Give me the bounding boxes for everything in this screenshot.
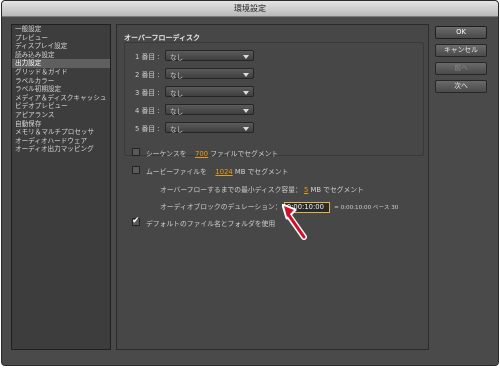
overflow-row-label: 5 番目 : — [135, 125, 160, 133]
dropdown-value: なし — [170, 108, 184, 116]
sidebar-item-video-preview[interactable]: ビデオプレビュー — [12, 102, 110, 111]
segment-sequence-checkbox[interactable] — [132, 148, 140, 156]
sidebar-item-display[interactable]: ディスプレイ設定 — [12, 42, 110, 51]
dropdown-value: なし — [170, 126, 184, 134]
next-button[interactable]: 次へ — [435, 80, 487, 93]
audio-block-note: = 0:00:10:00 ベース 30 — [334, 205, 399, 211]
min-disk-value[interactable]: 5 — [304, 186, 308, 194]
audio-block-label: オーディオブロックのデュレーション： — [160, 203, 282, 211]
min-disk-prefix: オーバーフローするまでの最小ディスク容量： — [160, 186, 302, 194]
chevron-down-icon — [243, 73, 249, 77]
dropdown-value: なし — [170, 54, 184, 62]
sidebar-item-media-cache[interactable]: メディア＆ディスクキャッシュ — [12, 94, 110, 103]
overflow-row-label: 1 番目 : — [135, 53, 160, 61]
category-list[interactable]: 一般設定 プレビュー ディスプレイ設定 読み込み設定 出力設定 グリッド＆ガイド… — [11, 24, 111, 350]
sidebar-item-output[interactable]: 出力設定 — [12, 59, 110, 68]
min-disk-suffix: MB でセグメント — [310, 186, 364, 194]
dropdown-value: なし — [170, 90, 184, 98]
overflow-row-label: 4 番目 : — [135, 107, 160, 115]
output-settings-panel: オーバーフローディスク 1 番目 : なし 2 番目 : なし 3 番目 : な… — [116, 24, 429, 350]
dropdown-value: なし — [170, 72, 184, 80]
segment-sequence-suffix: ファイルでセグメント — [210, 150, 279, 158]
chevron-down-icon — [243, 127, 249, 131]
sidebar-item-general[interactable]: 一般設定 — [12, 25, 110, 34]
checkmark-icon: ✔ — [132, 216, 140, 226]
sidebar-item-previews[interactable]: プレビュー — [12, 34, 110, 43]
segment-sequence-value[interactable]: 700 — [195, 150, 208, 158]
overflow-dropdown-3[interactable]: なし — [165, 86, 254, 98]
sidebar-item-label-defaults[interactable]: ラベル初期設定 — [12, 85, 110, 94]
cancel-button[interactable]: キャンセル — [435, 44, 487, 57]
segment-movie-checkbox[interactable] — [132, 166, 140, 174]
sidebar-item-memory[interactable]: メモリ＆マルチプロセッサ — [12, 128, 110, 137]
sidebar-item-audio-hardware[interactable]: オーディオハードウェア — [12, 137, 110, 146]
overflow-dropdown-5[interactable]: なし — [165, 122, 254, 134]
min-disk-option: オーバーフローするまでの最小ディスク容量： 5 MB でセグメント — [160, 184, 364, 194]
sidebar-item-appearance[interactable]: アピアランス — [12, 111, 110, 120]
overflow-dropdown-1[interactable]: なし — [165, 50, 254, 62]
sidebar-item-import[interactable]: 読み込み設定 — [12, 51, 110, 60]
sidebar-item-auto-save[interactable]: 自動保存 — [12, 120, 110, 129]
segment-sequence-prefix: シーケンスを — [146, 150, 187, 158]
chevron-down-icon — [243, 109, 249, 113]
preferences-window: 環境設定 一般設定 プレビュー ディスプレイ設定 読み込み設定 出力設定 グリッ… — [1, 0, 499, 366]
default-names-label: デフォルトのファイル名とフォルダを使用 — [146, 220, 276, 228]
segment-movie-prefix: ムービーファイルを — [146, 168, 207, 176]
chevron-down-icon — [243, 55, 249, 59]
ok-button[interactable]: OK — [435, 26, 487, 39]
sidebar-item-label-colors[interactable]: ラベルカラー — [12, 77, 110, 86]
overflow-group: 1 番目 : なし 2 番目 : なし 3 番目 : なし 4 番目: なし … — [124, 42, 424, 156]
segment-movie-value[interactable]: 1024 — [215, 168, 232, 176]
default-names-checkbox[interactable]: ✔ — [132, 216, 140, 226]
audio-block-option: オーディオブロックのデュレーション： 0:00:10:00 = 0:00:10:… — [160, 201, 398, 213]
overflow-row-label: 3 番目 : — [135, 89, 160, 97]
window-title: 環境設定 — [2, 1, 498, 17]
overflow-row-label: 2 番目 : — [135, 71, 160, 79]
segment-movie-suffix: MB でセグメント — [234, 168, 289, 176]
sidebar-item-grids-guides[interactable]: グリッド＆ガイド — [12, 68, 110, 77]
sidebar-item-audio-output[interactable]: オーディオ出力マッピング — [12, 145, 110, 154]
annotation-arrow-icon — [282, 204, 307, 240]
overflow-dropdown-4[interactable]: なし — [165, 104, 254, 116]
overflow-dropdown-2[interactable]: なし — [165, 68, 254, 80]
chevron-down-icon — [243, 91, 249, 95]
previous-button[interactable]: 前へ — [435, 62, 487, 75]
